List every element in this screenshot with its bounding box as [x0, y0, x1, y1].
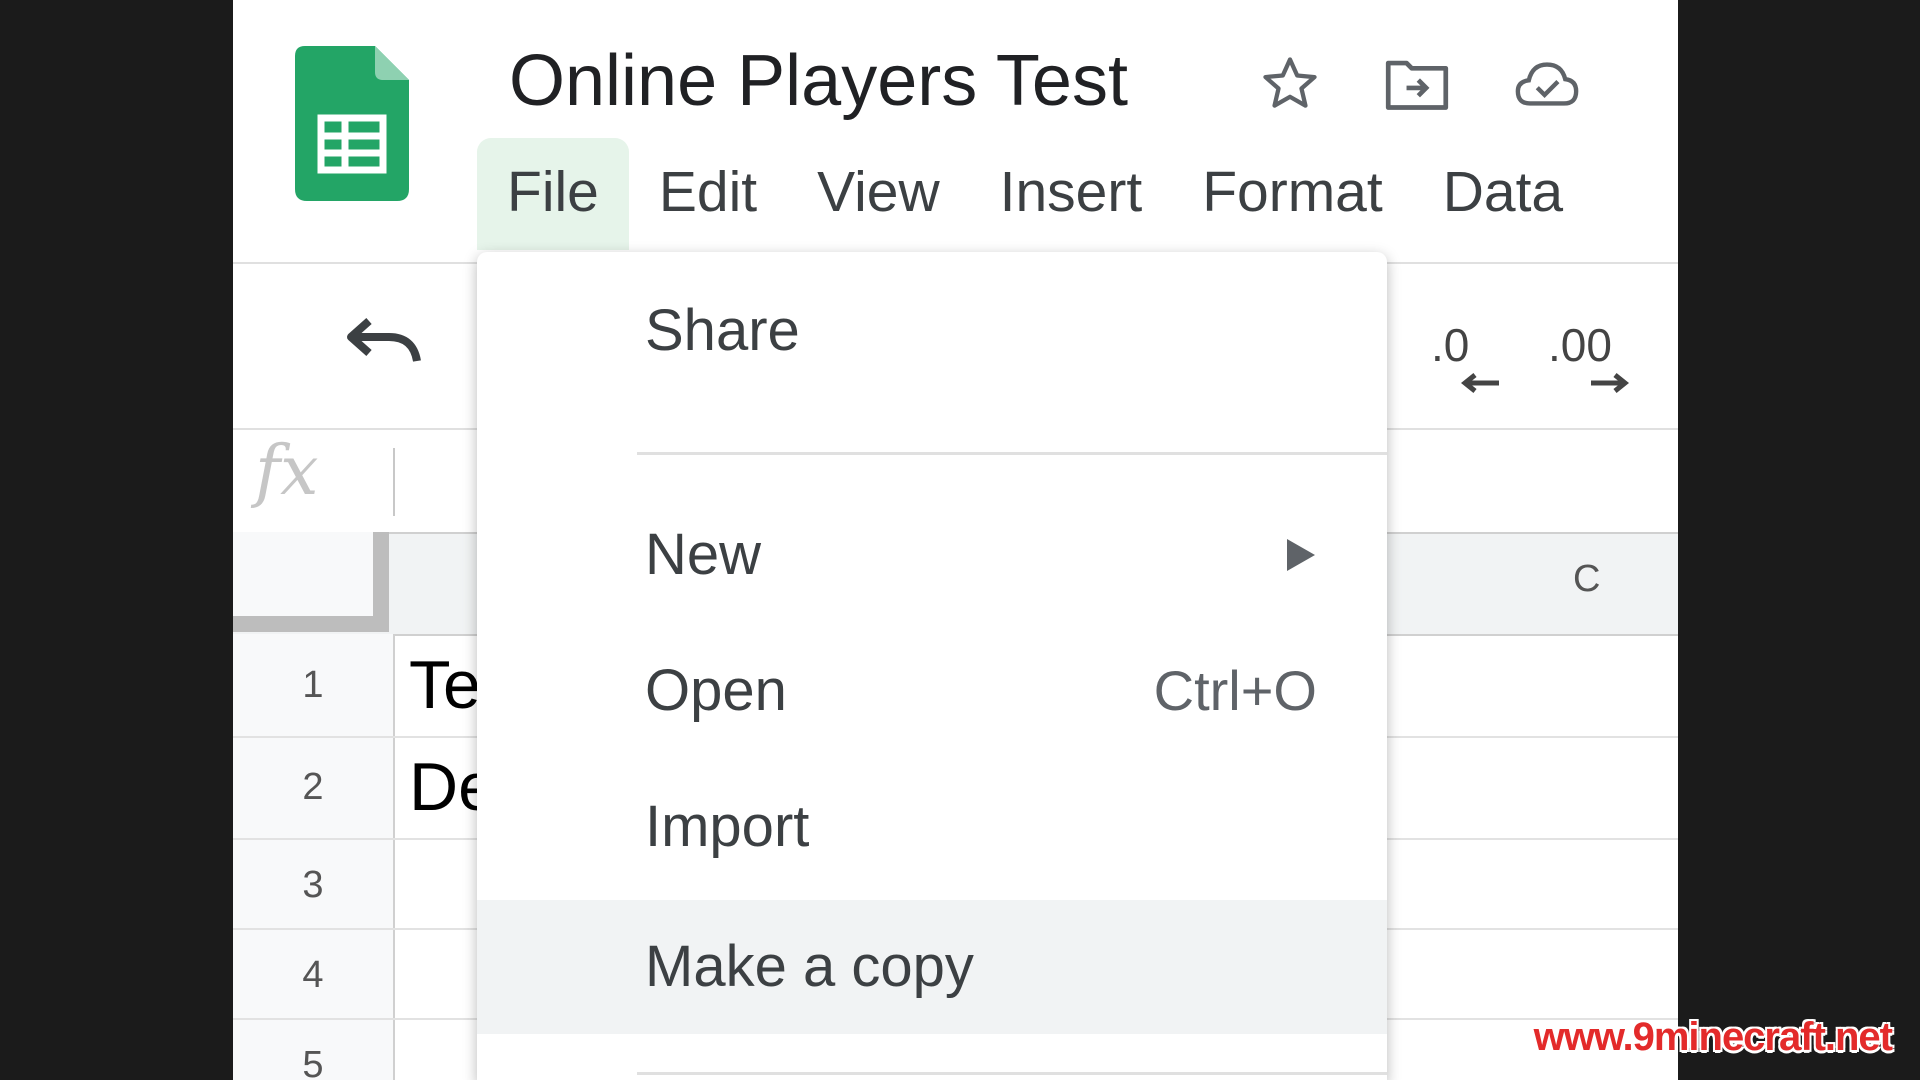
- menu-view[interactable]: View: [787, 138, 970, 250]
- row-number[interactable]: 3: [233, 864, 393, 907]
- menu-item-label: Make a copy: [645, 934, 974, 999]
- menu-item-make-a-copy[interactable]: Make a copy: [477, 900, 1387, 1034]
- menu-item-import[interactable]: Import: [477, 760, 1387, 894]
- menu-item-share[interactable]: Share: [477, 264, 1387, 398]
- menu-separator: [637, 452, 1387, 455]
- decrease-decimal-button[interactable]: .0: [1431, 318, 1469, 372]
- row-number[interactable]: 5: [233, 1044, 393, 1080]
- fx-label: fx: [255, 432, 319, 511]
- menu-separator: [637, 1072, 1387, 1075]
- column-header-c[interactable]: C: [1573, 558, 1600, 601]
- google-sheets-logo-icon[interactable]: [295, 46, 409, 201]
- chevron-right-icon: [1287, 539, 1315, 571]
- menu-item-label: Import: [645, 794, 810, 859]
- select-all-corner[interactable]: [233, 532, 389, 632]
- menu-bar: File Edit View Insert Format Data: [477, 138, 1593, 250]
- menu-item-shortcut: Ctrl+O: [1153, 659, 1317, 722]
- star-icon[interactable]: [1256, 50, 1324, 118]
- menu-item-label: Share: [645, 298, 800, 363]
- row-number[interactable]: 1: [233, 664, 393, 707]
- document-title[interactable]: Online Players Test: [509, 40, 1128, 122]
- menu-format[interactable]: Format: [1172, 138, 1413, 250]
- cloud-saved-icon[interactable]: [1513, 50, 1581, 118]
- watermark: www.9minecraft.net: [1533, 1015, 1893, 1059]
- undo-icon[interactable]: [345, 312, 425, 378]
- menu-item-open[interactable]: Open Ctrl+O: [477, 624, 1387, 758]
- row-number[interactable]: 4: [233, 954, 393, 997]
- increase-decimal-button[interactable]: .00: [1548, 318, 1612, 372]
- menu-data[interactable]: Data: [1413, 138, 1593, 250]
- menu-item-label: New: [645, 522, 762, 587]
- menu-file[interactable]: File: [477, 138, 629, 250]
- formula-bar-divider: [393, 448, 395, 516]
- arrow-left-icon: [1460, 373, 1499, 393]
- menu-item-new[interactable]: New: [477, 488, 1387, 622]
- menu-edit[interactable]: Edit: [629, 138, 787, 250]
- sheets-window: Online Players Test File Edit View Inser…: [233, 0, 1678, 1080]
- row-number[interactable]: 2: [233, 766, 393, 809]
- menu-item-label: Open: [645, 658, 787, 723]
- menu-insert[interactable]: Insert: [970, 138, 1173, 250]
- file-menu-dropdown: Share New Open Ctrl+O Import Make a copy: [477, 252, 1387, 1080]
- arrow-right-icon: [1591, 373, 1630, 393]
- cell-a1[interactable]: Te: [409, 646, 481, 724]
- move-to-folder-icon[interactable]: [1383, 50, 1451, 118]
